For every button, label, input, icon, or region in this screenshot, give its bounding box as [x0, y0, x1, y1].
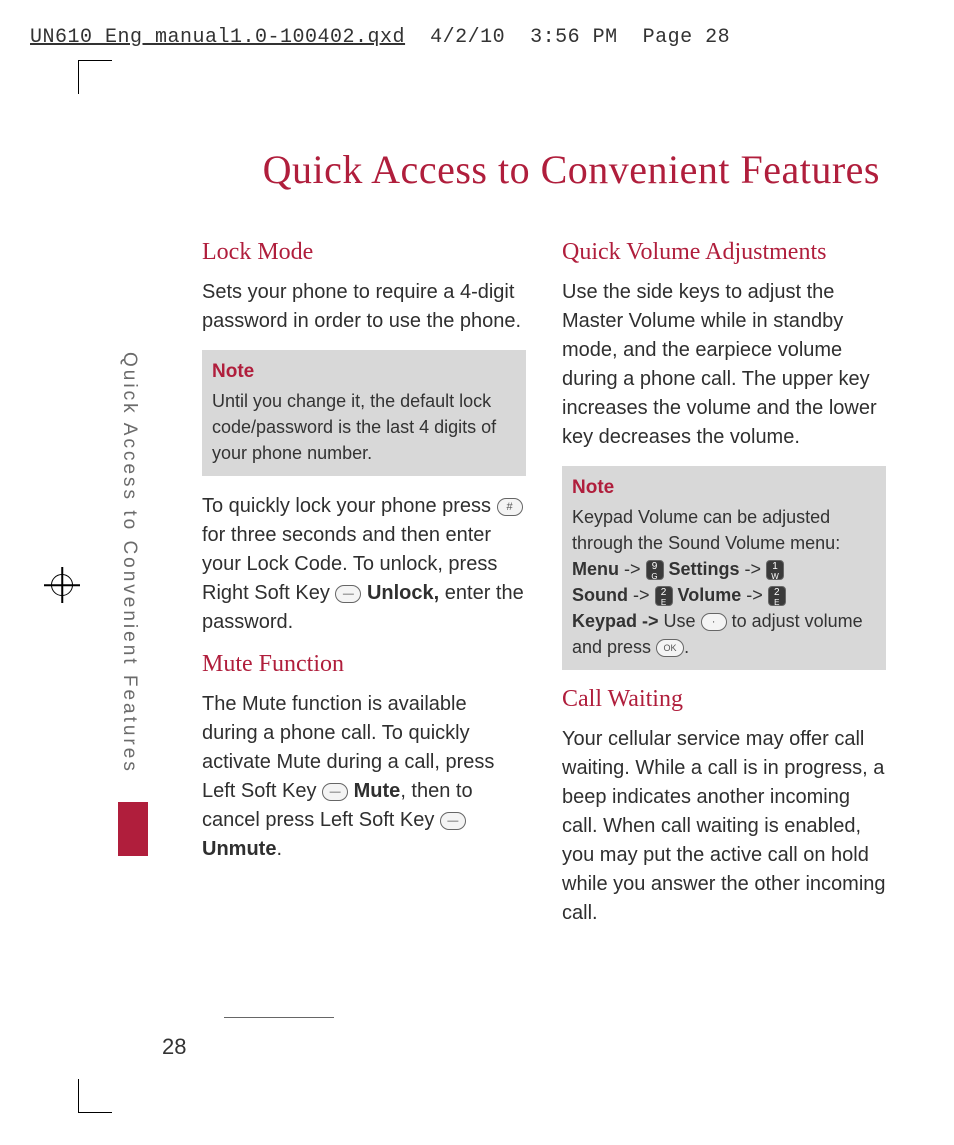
note-box-lock: Note Until you change it, the default lo… — [202, 350, 526, 476]
registration-mark — [44, 567, 80, 603]
sound-label: Sound — [572, 585, 628, 605]
crop-mark — [78, 60, 112, 94]
heading-lock-mode: Lock Mode — [202, 239, 526, 266]
arrow: -> — [740, 559, 767, 579]
header-time: 3:56 PM — [530, 26, 618, 49]
key-2-icon: 2E — [768, 586, 786, 606]
menu-label: Menu — [572, 559, 619, 579]
keypad-label: Keypad -> — [572, 611, 659, 631]
header-page: Page 28 — [643, 26, 731, 49]
para-lock-intro: Sets your phone to require a 4-digit pas… — [202, 278, 526, 336]
arrow: -> — [619, 559, 646, 579]
footer-rule — [224, 1017, 334, 1018]
para-call-waiting: Your cellular service may offer call wai… — [562, 725, 886, 928]
unmute-label: Unmute — [202, 838, 276, 860]
note-box-volume: Note Keypad Volume can be adjusted throu… — [562, 466, 886, 670]
key-1-icon: 1W — [766, 560, 784, 580]
note-title: Note — [572, 474, 876, 502]
softkey-icon: — — [335, 585, 361, 603]
page-number: 28 — [162, 1034, 186, 1060]
arrow: -> — [741, 585, 768, 605]
column-right: Quick Volume Adjustments Use the side ke… — [562, 239, 886, 942]
softkey-icon: — — [440, 812, 466, 830]
arrow: -> — [628, 585, 655, 605]
text: To quickly lock your phone press — [202, 495, 497, 517]
note-title: Note — [212, 358, 516, 386]
para-volume: Use the side keys to adjust the Master V… — [562, 278, 886, 452]
key-2-icon: 2E — [655, 586, 673, 606]
side-tab: Quick Access to Convenient Features — [118, 352, 152, 912]
page-body: Quick Access to Convenient Features Quic… — [112, 94, 930, 1080]
header-filename: UN610_Eng_manual1.0-100402.qxd — [30, 26, 405, 49]
heading-mute: Mute Function — [202, 651, 526, 678]
settings-label: Settings — [669, 559, 740, 579]
ok-key-icon: OK — [656, 639, 684, 657]
text: . — [276, 838, 282, 860]
heading-volume: Quick Volume Adjustments — [562, 239, 886, 266]
crop-mark — [78, 1079, 112, 1113]
side-tab-marker — [118, 802, 148, 856]
mute-label: Mute — [354, 780, 401, 802]
print-header: UN610_Eng_manual1.0-100402.qxd 4/2/10 3:… — [30, 26, 730, 49]
unlock-label: Unlock, — [367, 582, 439, 604]
key-9-icon: 9G — [646, 560, 664, 580]
softkey-icon: — — [322, 783, 348, 801]
note-body: Until you change it, the default lock co… — [212, 391, 496, 463]
text: Use — [664, 611, 701, 631]
nav-key-icon: · — [701, 613, 727, 631]
side-tab-label: Quick Access to Convenient Features — [118, 352, 140, 792]
volume-label: Volume — [678, 585, 742, 605]
note-line: Keypad Volume can be adjusted through th… — [572, 507, 840, 553]
text: . — [684, 637, 689, 657]
hash-key-icon: # — [497, 498, 523, 516]
para-mute: The Mute function is available during a … — [202, 690, 526, 864]
column-left: Lock Mode Sets your phone to require a 4… — [202, 239, 526, 942]
header-date: 4/2/10 — [430, 26, 505, 49]
para-lock-steps: To quickly lock your phone press # for t… — [202, 492, 526, 637]
page-title: Quick Access to Convenient Features — [156, 146, 886, 193]
heading-call-waiting: Call Waiting — [562, 686, 886, 713]
